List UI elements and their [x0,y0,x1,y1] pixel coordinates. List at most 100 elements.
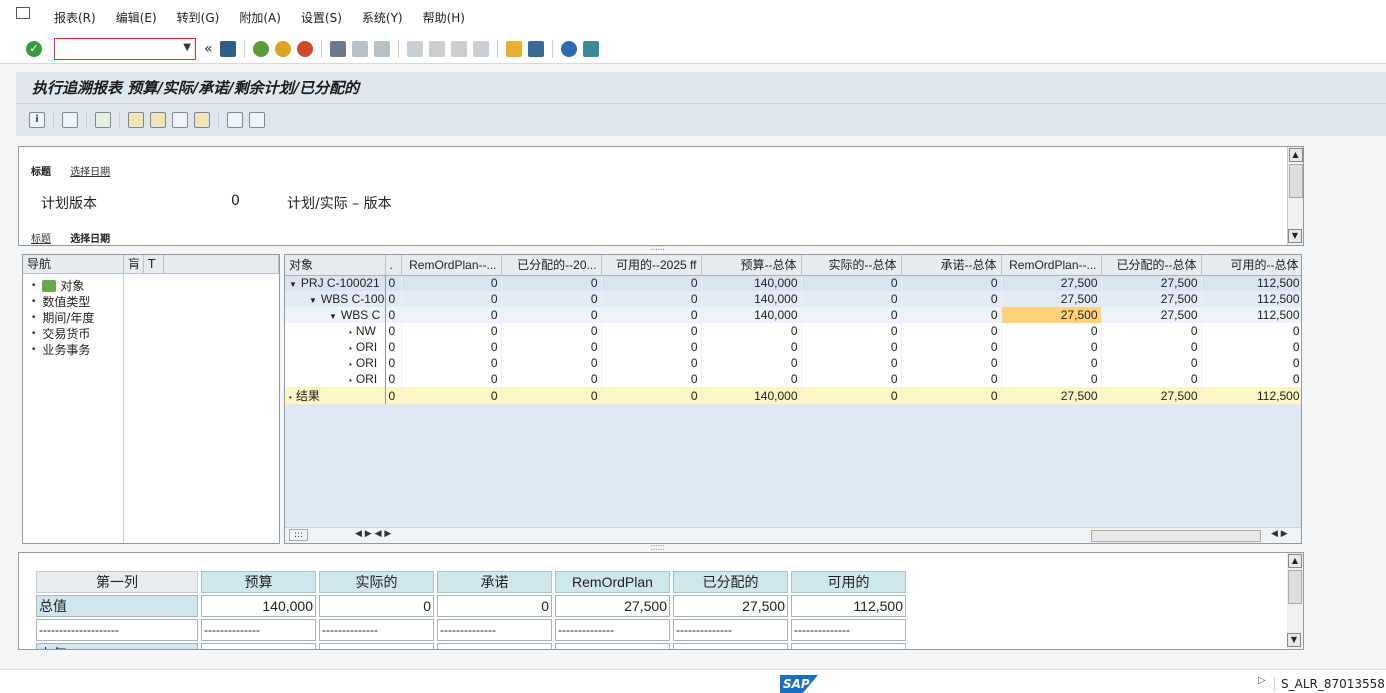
nav-item-period-year[interactable]: • 期间/年度 [23,310,279,326]
object-cell[interactable]: ▼ WBS C [285,307,386,323]
scroll-up-icon[interactable]: ▲ [1288,148,1303,162]
cell: 0 [385,387,402,404]
grid-row[interactable]: ▼ PRJ C-100021 0 0 0 0 140,000 0 0 27,500 27,500 11… [285,275,1301,291]
command-field[interactable]: ▼ [54,37,196,60]
nav-item-object[interactable]: • 对象 [23,278,279,294]
find-icon[interactable] [351,40,368,57]
grid-total-row[interactable]: • 结果 0 0 0 0 140,000 0 0 27,500 27,500 112,500 [285,387,1301,404]
nav-item-transaction-currency[interactable]: • 交易货币 [23,326,279,342]
collapse-chevron-icon[interactable]: « [204,41,213,57]
grid-row[interactable]: • ORI 0 0 0 0 0 0 0 0 0 0 [285,371,1301,387]
header-scrollbar[interactable]: ▲ ▼ [1287,147,1303,245]
system-menu-icon[interactable] [16,7,30,19]
save-layout-icon[interactable] [150,112,166,128]
exit-icon[interactable] [274,40,291,57]
object-cell[interactable]: ▼ WBS C-100 [285,291,386,307]
tab-selection-date[interactable]: 选择日期 [70,167,110,178]
summary-dash: -------------- [319,619,434,641]
menu-edit[interactable]: 编辑(E) [106,9,167,26]
column-header[interactable]: 已分配的--20... [501,255,602,276]
column-header[interactable]: 承诺--总体 [901,255,1002,276]
menu-settings[interactable]: 设置(S) [291,9,352,26]
status-expand-icon[interactable]: ▷ [1258,675,1266,686]
info-icon[interactable]: i [29,112,45,128]
column-header[interactable]: . [385,255,402,276]
menu-goto[interactable]: 转到(G) [167,9,230,26]
tab-selection-date-active[interactable]: 选择日期 [70,234,110,245]
expand-node-icon[interactable]: ▼ [309,296,317,305]
object-cell[interactable]: ▼ PRJ C-100021 [285,275,386,291]
scroll-thumb[interactable] [1288,570,1302,604]
column-header[interactable]: RemOrdPlan--... [1001,255,1102,276]
column-header[interactable]: 可用的--2025 ff [601,255,702,276]
column-header[interactable]: 预算--总体 [701,255,802,276]
nav-column-divider [123,274,124,543]
expand-node-icon[interactable]: ▼ [329,312,337,321]
object-label: 结果 [295,389,320,403]
expand-node-icon[interactable]: ▼ [289,280,297,289]
object-cell[interactable]: • ORI [285,339,386,355]
previous-page-icon[interactable] [428,40,445,57]
column-header[interactable]: RemOrdPlan--... [401,255,502,276]
save-icon[interactable] [219,40,236,57]
chevron-down-icon[interactable]: ▼ [183,42,191,53]
scroll-arrows-icon[interactable]: ◀ ▶ [1271,529,1288,539]
nav-col-icon-b[interactable]: T [144,255,164,273]
grid-row[interactable]: • ORI 0 0 0 0 0 0 0 0 0 0 [285,355,1301,371]
print-icon[interactable] [329,40,346,57]
horizontal-scroll-thumb[interactable] [1091,530,1261,542]
hierarchy-icon[interactable] [95,112,111,128]
first-page-icon[interactable] [406,40,423,57]
tab-title[interactable]: 标题 [31,234,51,245]
object-cell[interactable]: • 结果 [285,387,386,404]
menu-help[interactable]: 帮助(H) [413,9,475,26]
menu-system[interactable]: 系统(Y) [352,9,413,26]
nav-col-icon-a[interactable]: 肓 [124,255,144,273]
back-icon[interactable] [252,40,269,57]
grid-row[interactable]: • ORI 0 0 0 0 0 0 0 0 0 0 [285,339,1301,355]
scroll-up-icon[interactable]: ▲ [1288,554,1302,568]
grid-row[interactable]: • NW 0 0 0 0 0 0 0 0 0 0 [285,323,1301,339]
object-cell[interactable]: • ORI [285,355,386,371]
select-layout-icon[interactable] [128,112,144,128]
scroll-left-right-icon[interactable]: ◀ ▶ ◀ ▶ [355,529,391,539]
object-cell[interactable]: • NW [285,323,386,339]
summary-scroll-track[interactable]: ▲ ▼ [1287,553,1303,649]
splitter-handle[interactable]: :::::: [650,242,665,253]
change-layout-icon[interactable] [172,112,188,128]
cell: 0 [701,355,802,371]
object-label: NW [355,324,376,338]
column-header[interactable]: 对象 [285,255,386,276]
create-session-icon[interactable] [505,40,522,57]
sort-icon[interactable] [62,112,78,128]
column-header[interactable]: 实际的--总体 [801,255,902,276]
scroll-down-icon[interactable]: ▼ [1287,633,1301,647]
column-resize-icon[interactable]: ::: [289,529,309,541]
currency-icon[interactable] [194,112,210,128]
grid-row[interactable]: ▼ WBS C-100 0 0 0 0 140,000 0 0 27,500 27,500 112,5… [285,291,1301,307]
cell: 0 [1101,339,1202,355]
cancel-icon[interactable] [296,40,313,57]
help-icon[interactable] [560,40,577,57]
scroll-thumb[interactable] [1288,164,1303,198]
layout-menu-icon[interactable] [582,40,599,57]
last-page-icon[interactable] [472,40,489,57]
command-input[interactable] [55,38,173,59]
menu-report[interactable]: 报表(R) [44,9,106,26]
nav-item-value-type[interactable]: • 数值类型 [23,294,279,310]
find-next-icon[interactable] [373,40,390,57]
edit-document-icon[interactable] [249,112,265,128]
tab-title-active[interactable]: 标题 [31,167,51,178]
column-header[interactable]: 可用的--总体 [1201,255,1301,276]
grid-row[interactable]: ▼ WBS C 0 0 0 0 140,000 0 0 27,500 27,500 112,500 [285,307,1301,323]
enter-check-icon[interactable]: ✓ [26,40,42,57]
shortcut-icon[interactable] [527,40,544,57]
display-document-icon[interactable] [227,112,243,128]
scroll-down-icon[interactable]: ▼ [1288,229,1302,243]
menu-extras[interactable]: 附加(A) [229,9,291,26]
nav-item-business-transaction[interactable]: • 业务事务 [23,342,279,358]
next-page-icon[interactable] [450,40,467,57]
column-header[interactable]: 已分配的--总体 [1101,255,1202,276]
object-cell[interactable]: • ORI [285,371,386,387]
summary-scrollbar[interactable]: ▲ ▼ [1287,553,1303,649]
